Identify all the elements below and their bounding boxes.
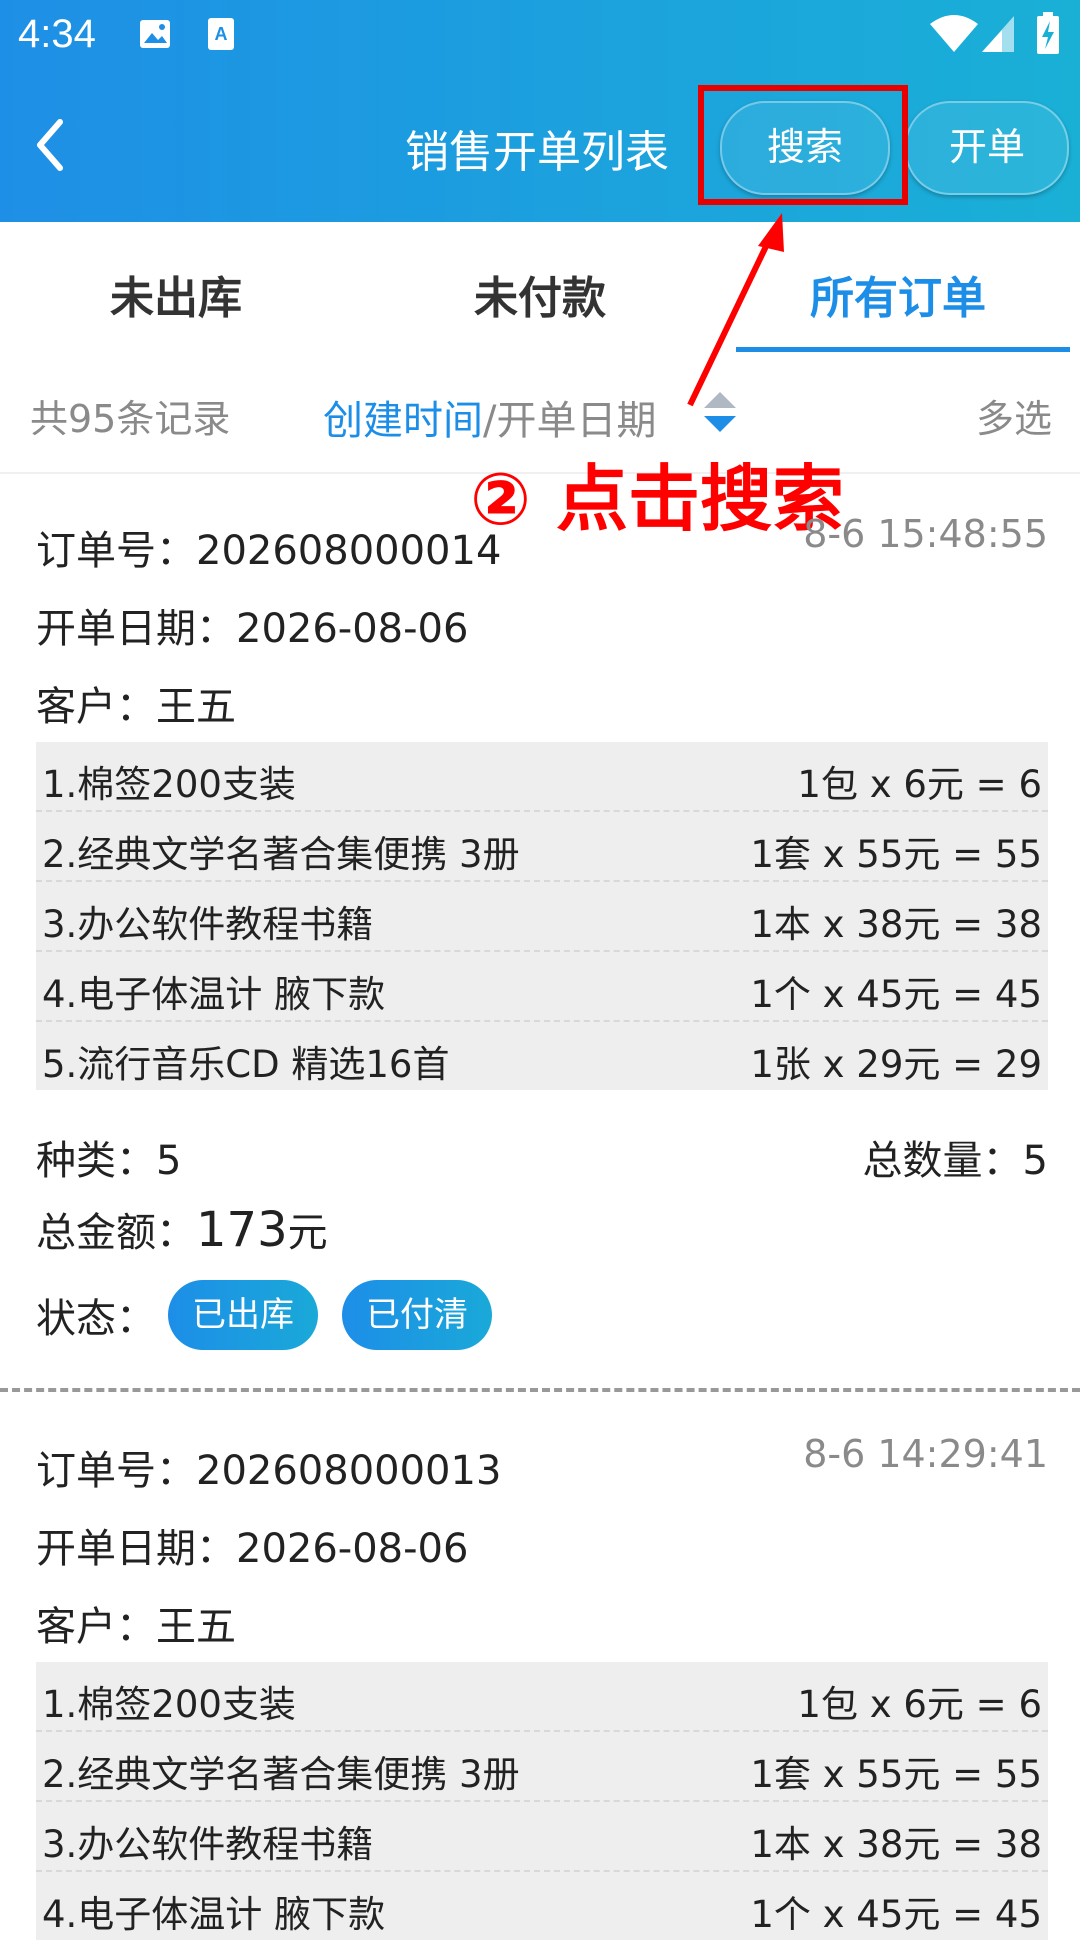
svg-text:A: A — [215, 24, 228, 44]
item-name: 4.电子体温计 腋下款 — [42, 973, 386, 1016]
font-app-icon: A — [208, 18, 234, 50]
page-title: 销售开单列表 — [405, 127, 669, 178]
highlight-box — [698, 85, 908, 205]
total-amount-value: 173 — [196, 1202, 288, 1258]
total-amount-label: 总金额： — [36, 1210, 196, 1256]
order-card[interactable]: 订单号：202608000013 8-6 14:29:41 开单日期：2026-… — [0, 1392, 1080, 1940]
item-price: 1个 x 45元 = 45 — [750, 973, 1042, 1016]
item-price: 1本 x 38元 = 38 — [750, 1823, 1042, 1866]
list-item: 4.电子体温计 腋下款 1个 x 45元 = 45 — [36, 952, 1048, 1022]
item-kinds: 种类：5 — [36, 1138, 182, 1184]
order-items: 1.棉签200支装 1包 x 6元 = 6 2.经典文学名著合集便携 3册 1套 x… — [36, 742, 1048, 1090]
signal-icon — [982, 16, 1014, 52]
order-customer: 客户：王五 — [36, 1604, 236, 1650]
item-name: 5.流行音乐CD 精选16首 — [42, 1043, 450, 1086]
item-name: 1.棉签200支装 — [42, 763, 296, 806]
list-item: 4.电子体温计 腋下款 1个 x 45元 = 45 — [36, 1872, 1048, 1940]
list-item: 1.棉签200支装 1包 x 6元 = 6 — [36, 742, 1048, 812]
tab-not-shipped[interactable]: 未出库 — [110, 262, 242, 326]
list-item: 2.经典文学名著合集便携 3册 1套 x 55元 = 55 — [36, 1732, 1048, 1802]
list-item: 2.经典文学名著合集便携 3册 1套 x 55元 = 55 — [36, 812, 1048, 882]
total-amount: 总金额：173元 — [36, 1200, 328, 1258]
order-number: 订单号：202608000014 — [36, 528, 502, 574]
total-quantity: 总数量：5 — [862, 1138, 1048, 1184]
app-header: 4:34 A 销售开单列表 搜索 开单 — [0, 0, 1080, 222]
sort-selector[interactable]: 创建时间/开单日期 — [323, 388, 656, 446]
status-bar: 4:34 A — [0, 0, 1080, 72]
order-number: 订单号：202608000013 — [36, 1448, 502, 1494]
back-arrow-icon[interactable] — [30, 110, 74, 180]
order-status: 状态： 已出库 已付清 — [36, 1280, 516, 1350]
status-time: 4:34 — [18, 12, 96, 56]
tab-unpaid[interactable]: 未付款 — [474, 262, 606, 326]
wifi-icon — [930, 15, 978, 52]
tab-all-orders[interactable]: 所有订单 — [810, 262, 986, 326]
order-date: 开单日期：2026-08-06 — [36, 606, 469, 652]
order-customer: 客户：王五 — [36, 684, 236, 730]
item-name: 3.办公软件教程书籍 — [42, 903, 374, 946]
item-price: 1个 x 45元 = 45 — [750, 1893, 1042, 1936]
item-name: 3.办公软件教程书籍 — [42, 1823, 374, 1866]
order-created-time: 8-6 15:48:55 — [803, 512, 1048, 556]
item-price: 1套 x 55元 = 55 — [750, 1753, 1042, 1796]
item-price: 1本 x 38元 = 38 — [750, 903, 1042, 946]
item-price: 1包 x 6元 = 6 — [797, 763, 1042, 806]
tab-bar: 未出库 未付款 所有订单 — [0, 222, 1080, 352]
create-order-button[interactable]: 开单 — [905, 101, 1069, 195]
list-item: 3.办公软件教程书籍 1本 x 38元 = 38 — [36, 1802, 1048, 1872]
record-count: 共95条记录 — [30, 397, 231, 441]
sort-order-date[interactable]: /开单日期 — [483, 398, 656, 444]
item-name: 2.经典文学名著合集便携 3册 — [42, 833, 520, 876]
order-items: 1.棉签200支装 1包 x 6元 = 6 2.经典文学名著合集便携 3册 1套 x… — [36, 1662, 1048, 1940]
total-amount-unit: 元 — [287, 1210, 328, 1256]
item-name: 4.电子体温计 腋下款 — [42, 1893, 386, 1936]
multi-select-button[interactable]: 多选 — [976, 388, 1052, 443]
sort-icon[interactable] — [702, 390, 738, 434]
item-price: 1套 x 55元 = 55 — [750, 833, 1042, 876]
order-date: 开单日期：2026-08-06 — [36, 1526, 469, 1572]
status-badge-shipped: 已出库 — [168, 1280, 318, 1350]
item-price: 1包 x 6元 = 6 — [797, 1683, 1042, 1726]
status-label: 状态： — [36, 1296, 156, 1342]
order-created-time: 8-6 14:29:41 — [803, 1432, 1048, 1476]
battery-icon — [1037, 12, 1059, 54]
item-name: 1.棉签200支装 — [42, 1683, 296, 1726]
status-badge-paid: 已付清 — [342, 1280, 492, 1350]
list-item: 5.流行音乐CD 精选16首 1张 x 29元 = 29 — [36, 1022, 1048, 1090]
item-price: 1张 x 29元 = 29 — [750, 1043, 1042, 1086]
item-name: 2.经典文学名著合集便携 3册 — [42, 1753, 520, 1796]
order-card[interactable]: 订单号：202608000014 8-6 15:48:55 开单日期：2026-… — [0, 472, 1080, 1388]
list-item: 3.办公软件教程书籍 1本 x 38元 = 38 — [36, 882, 1048, 952]
gallery-icon — [140, 20, 170, 48]
list-item: 1.棉签200支装 1包 x 6元 = 6 — [36, 1662, 1048, 1732]
sort-created-time[interactable]: 创建时间 — [323, 398, 483, 444]
